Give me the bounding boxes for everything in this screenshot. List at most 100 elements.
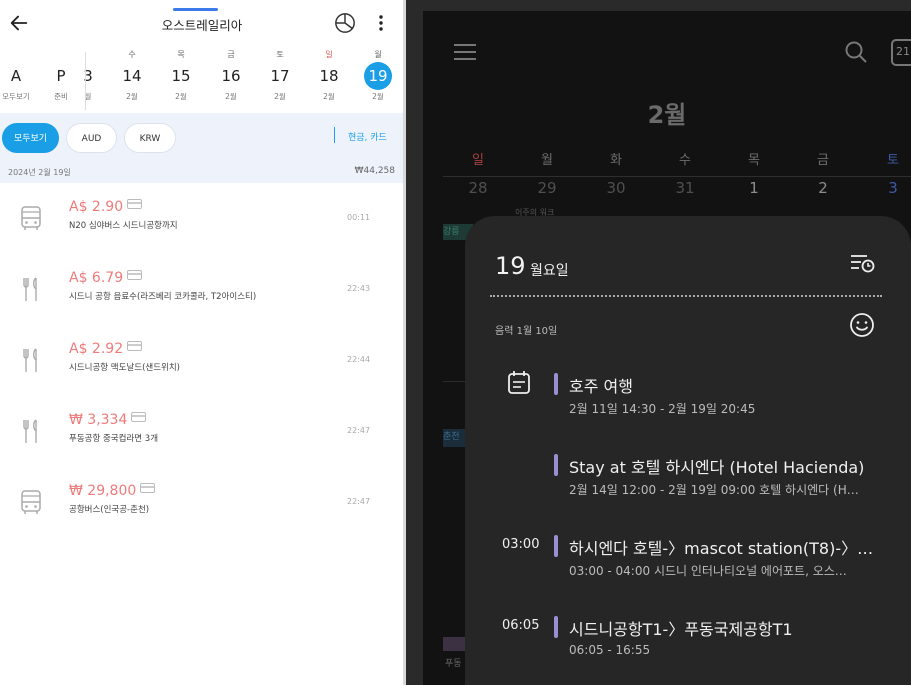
popup-day: 19 (495, 252, 526, 280)
bus-icon (21, 206, 41, 230)
expense-desc: 공항버스(인국공-춘천) (69, 505, 150, 515)
day-cell[interactable]: 1 (734, 179, 774, 197)
lunar-date: 음력 1월 10일 (495, 326, 558, 337)
filter-all-chip[interactable]: 모두보기 (2, 123, 59, 153)
expense-item[interactable]: ₩ 3,334 푸동공항 중국컵라면 3개 22:47 (0, 396, 404, 467)
expense-item[interactable]: A$ 2.90 N20 심야버스 시드니공항까지 00:11 (0, 183, 404, 254)
menu-icon[interactable] (454, 43, 476, 61)
day-summary: 2024년 2월 19일 ₩44,258 (0, 163, 404, 183)
expense-amount: A$ 2.90 (69, 199, 124, 215)
calendar-event-icon (508, 371, 530, 394)
calendar-today-icon[interactable]: 21 (891, 39, 911, 66)
expense-desc: 시드니 공항 음료수(라즈베리 코카콜라, T2아이스티) (69, 292, 257, 302)
date-item[interactable]: 금 16 2월 (211, 48, 251, 104)
summary-date: 2024년 2월 19일 (8, 168, 71, 177)
event-item[interactable]: 06:05 시드니공항T1-〉푸동국제공항T1 06:05 - 16:55 (465, 616, 911, 676)
split-divider[interactable] (403, 0, 406, 685)
card-icon (127, 199, 143, 209)
event-title: 시드니공항T1-〉푸동국제공항T1 (569, 620, 793, 639)
expense-amount: A$ 6.79 (69, 270, 124, 286)
month-title[interactable]: 2월 (423, 95, 911, 130)
card-icon (131, 412, 147, 422)
top-app-bar: 오스트레일리아 (0, 0, 404, 46)
day-cell[interactable]: 30 (596, 179, 636, 197)
weekday-header: 일 월 화 수 목 금 토 (443, 149, 911, 171)
date-item[interactable]: 일 18 2월 (309, 48, 349, 104)
event-title: Stay at 호텔 하시엔다 (Hotel Hacienda) (569, 458, 865, 477)
weekday-label: 목 (748, 153, 760, 168)
weekday-label: 토 (887, 153, 899, 168)
list-clock-icon[interactable] (849, 252, 875, 274)
filter-bar: 모두보기 AUD KRW (0, 113, 404, 163)
day-cell[interactable]: 31 (665, 179, 705, 197)
day-detail-popup: 19 월요일 음력 1월 10일 호주 여행 2월 11일 14:30 - 2월… (465, 216, 911, 685)
date-tab-all[interactable]: A 모두보기 (0, 48, 36, 104)
payment-filter[interactable]: 현금, 카드 (348, 130, 387, 143)
expense-amount: ₩ 3,334 (69, 412, 128, 428)
expense-amount: A$ 2.92 (69, 341, 124, 357)
fork-knife-icon (23, 419, 37, 443)
date-selector: A 모두보기 P 준비 3 월 수 14 2월 목 15 2월 금 16 2월 … (0, 48, 404, 110)
pie-chart-icon[interactable] (334, 12, 356, 34)
grid-line (443, 176, 911, 177)
expense-desc: N20 심야버스 시드니공항까지 (69, 221, 178, 231)
fork-knife-icon (23, 348, 37, 372)
event-color-bar (554, 454, 558, 476)
weekday-label: 화 (610, 153, 622, 168)
card-icon (127, 341, 143, 351)
event-title: 하시엔다 호텔-〉mascot station(T8)-〉… (569, 539, 874, 558)
day-cell[interactable]: 3 (873, 179, 911, 197)
more-vert-icon[interactable] (372, 13, 390, 33)
date-item[interactable]: 수 14 2월 (112, 48, 152, 104)
event-time: 03:00 - 04:00 시드니 인터나티오널 에어포트, 오스… (569, 564, 847, 578)
expense-time: 22:44 (347, 355, 371, 364)
date-divider (85, 52, 86, 110)
expense-time: 22:47 (347, 497, 371, 506)
day-cell[interactable]: 29 (527, 179, 567, 197)
calendar-app: 21 2월 일 월 화 수 목 금 토 28 29 30 31 1 2 3 이주… (423, 11, 911, 685)
weekday-label: 월 (541, 153, 553, 168)
event-color-bar (554, 535, 558, 557)
screen: 오스트레일리아 A 모두보기 P 준비 3 월 수 14 2월 목 15 2월 … (0, 0, 911, 685)
expense-item[interactable]: A$ 2.92 시드니공항 맥도날드(샌드위치) 22:44 (0, 325, 404, 396)
popup-weekday: 월요일 (530, 263, 569, 279)
search-icon[interactable] (844, 40, 868, 64)
event-item[interactable]: 03:00 하시엔다 호텔-〉mascot station(T8)-〉… 03:… (465, 535, 911, 595)
bg-event-text: 푸동 (445, 659, 462, 669)
divider (490, 295, 882, 297)
expense-item[interactable]: A$ 6.79 시드니 공항 음료수(라즈베리 코카콜라, T2아이스티) 22… (0, 254, 404, 325)
event-time: 2월 11일 14:30 - 2월 19일 20:45 (569, 402, 756, 416)
smiley-icon[interactable] (849, 312, 875, 338)
event-color-bar (554, 373, 558, 395)
event-start-time: 03:00 (502, 537, 540, 552)
event-item[interactable]: 호주 여행 2월 11일 14:30 - 2월 19일 20:45 (465, 371, 911, 433)
event-time: 06:05 - 16:55 (569, 643, 651, 657)
expense-item[interactable]: ₩ 29,800 공항버스(인국공-춘천) 22:47 (0, 467, 404, 538)
event-title: 호주 여행 (569, 377, 633, 396)
card-icon (127, 270, 143, 280)
date-item[interactable]: 목 15 2월 (161, 48, 201, 104)
expense-app: 오스트레일리아 A 모두보기 P 준비 3 월 수 14 2월 목 15 2월 … (0, 0, 404, 685)
date-item[interactable]: 토 17 2월 (260, 48, 300, 104)
fork-knife-icon (23, 277, 37, 301)
expense-time: 00:11 (347, 213, 371, 222)
filter-krw-chip[interactable]: KRW (124, 123, 176, 153)
filter-aud-chip[interactable]: AUD (66, 123, 117, 153)
event-time: 2월 14일 12:00 - 2월 19일 09:00 호텔 하시엔다 (H… (569, 483, 859, 497)
day-cell[interactable]: 2 (803, 179, 843, 197)
date-item[interactable]: 3 월 (68, 48, 108, 104)
payment-divider (334, 127, 335, 143)
event-start-time: 06:05 (502, 618, 540, 633)
expense-time: 22:43 (347, 284, 371, 293)
event-color-bar (554, 616, 558, 638)
date-item-selected[interactable]: 월 19 2월 (358, 48, 398, 104)
expense-desc: 시드니공항 맥도날드(샌드위치) (69, 363, 180, 373)
card-icon (140, 483, 156, 493)
title-indicator (173, 8, 218, 11)
expense-time: 22:47 (347, 426, 371, 435)
event-item[interactable]: Stay at 호텔 하시엔다 (Hotel Hacienda) 2월 14일 … (465, 454, 911, 514)
bus-icon (21, 490, 41, 514)
day-cell[interactable]: 28 (458, 179, 498, 197)
expense-amount: ₩ 29,800 (69, 483, 137, 499)
weekday-label: 일 (472, 153, 484, 168)
